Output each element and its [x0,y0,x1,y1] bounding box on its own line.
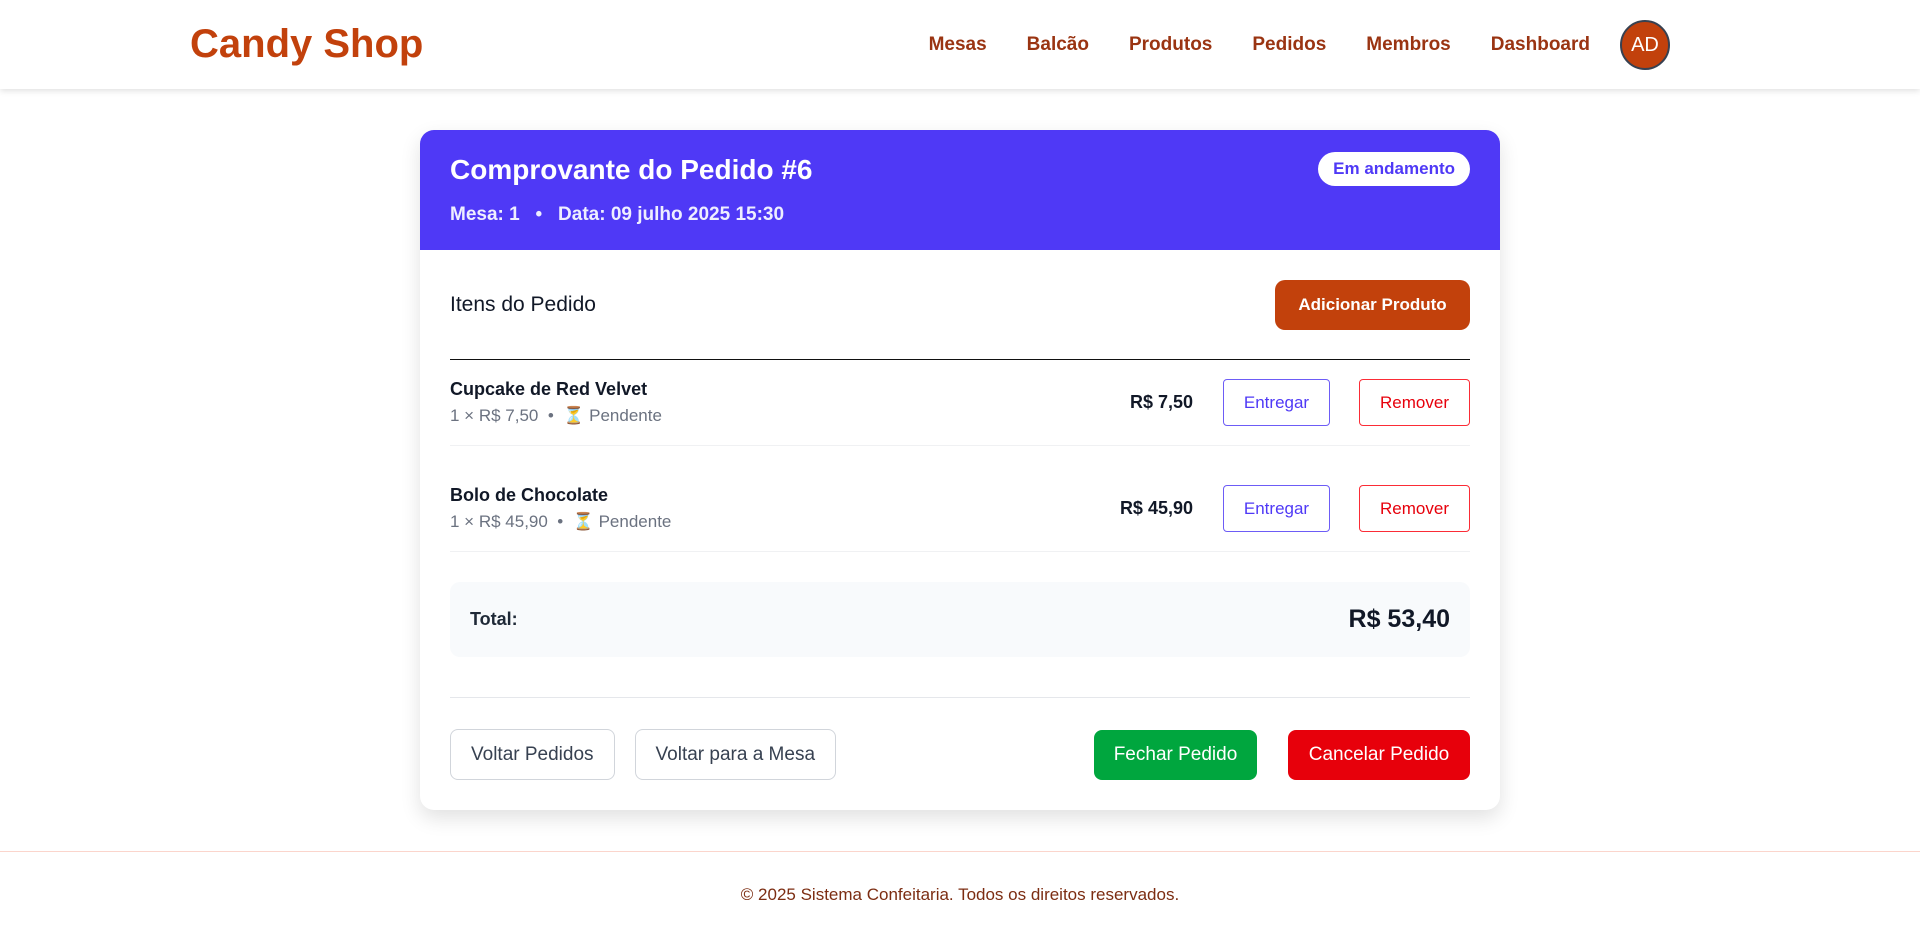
order-table: Mesa: 1 [450,204,520,225]
item-name: Cupcake de Red Velvet [450,379,648,399]
item-name: Bolo de Chocolate [450,485,609,505]
remove-button[interactable]: Remover [1359,485,1470,532]
item-qty-price: 1 × R$ 7,50 [450,406,539,425]
nav-balcao[interactable]: Balcão [1027,34,1089,56]
close-order-button[interactable]: Fechar Pedido [1094,729,1257,780]
footer: © 2025 Sistema Confeitaria. Todos os dir… [0,851,1920,905]
item-qty-price: 1 × R$ 45,90 [450,512,548,531]
order-total: Total: R$ 53,40 [450,582,1470,657]
nav-links: Mesas Balcão Produtos Pedidos Membros Da… [929,20,1670,70]
hourglass-icon: ⏳ [563,406,585,425]
back-orders-button[interactable]: Voltar Pedidos [450,729,615,780]
nav-dashboard[interactable]: Dashboard [1491,34,1590,56]
order-meta: Mesa: 1 • Data: 09 julho 2025 15:30 [450,204,1470,226]
item-status: Pendente [589,406,662,425]
status-badge: Em andamento [1318,152,1470,186]
item-total: R$ 7,50 [1129,392,1193,412]
list-item: Cupcake de Red Velvet 1 × R$ 7,50 • ⏳ Pe… [450,360,1470,446]
item-status: Pendente [598,512,672,531]
order-date: Data: 09 julho 2025 15:30 [558,204,785,225]
logo[interactable]: Candy Shop [190,22,423,67]
item-total: R$ 45,90 [1119,498,1193,518]
footer-text: © 2025 Sistema Confeitaria. Todos os dir… [740,885,1180,904]
remove-button[interactable]: Remover [1359,379,1470,426]
nav-produtos[interactable]: Produtos [1129,34,1212,56]
list-item: Bolo de Chocolate 1 × R$ 45,90 • ⏳ Pende… [450,446,1470,552]
order-header: Comprovante do Pedido #6 Mesa: 1 • Data:… [420,130,1500,250]
total-label: Total: [470,609,518,629]
items-heading: Itens do Pedido [450,292,596,316]
hourglass-icon: ⏳ [572,512,594,531]
cancel-order-button[interactable]: Cancelar Pedido [1288,729,1470,780]
add-product-button[interactable]: Adicionar Produto [1275,279,1470,330]
deliver-button[interactable]: Entregar [1223,379,1330,426]
nav-membros[interactable]: Membros [1366,34,1450,56]
order-receipt-card: Comprovante do Pedido #6 Mesa: 1 • Data:… [420,130,1500,810]
nav-pedidos[interactable]: Pedidos [1252,34,1326,56]
nav-mesas[interactable]: Mesas [929,34,987,56]
separator: • [535,204,543,225]
avatar[interactable]: AD [1620,20,1670,70]
page-title: Comprovante do Pedido #6 [450,154,813,185]
total-value: R$ 53,40 [1348,605,1450,633]
deliver-button[interactable]: Entregar [1223,485,1330,532]
navbar: Candy Shop Mesas Balcão Produtos Pedidos… [0,0,1920,89]
back-table-button[interactable]: Voltar para a Mesa [634,729,837,780]
items-list: Cupcake de Red Velvet 1 × R$ 7,50 • ⏳ Pe… [450,360,1470,552]
divider [450,697,1470,698]
